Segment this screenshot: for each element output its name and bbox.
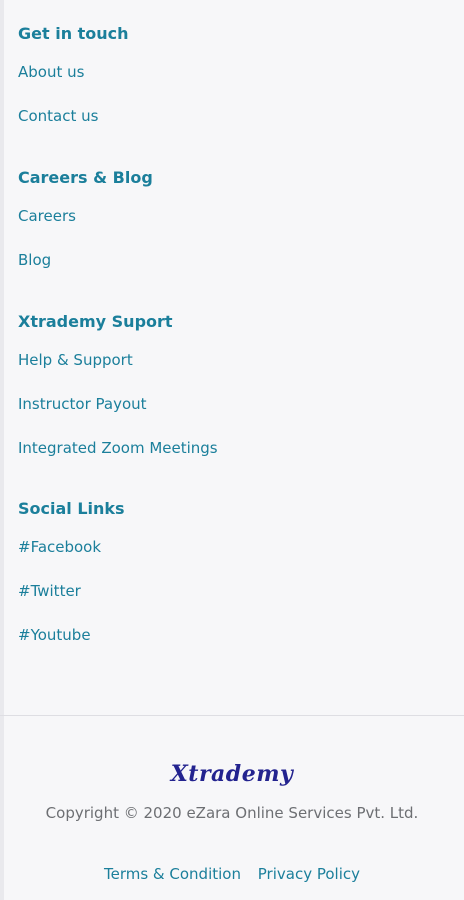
section-title-xtrademy-support: Xtrademy Suport	[18, 312, 173, 331]
terms-condition-link[interactable]: Terms & Condition	[104, 865, 241, 883]
link-integrated-zoom-meetings[interactable]: Integrated Zoom Meetings	[18, 438, 454, 458]
link-facebook[interactable]: #Facebook	[18, 537, 454, 557]
link-contact-us[interactable]: Contact us	[18, 106, 454, 126]
link-instructor-payout[interactable]: Instructor Payout	[18, 394, 454, 414]
footer-bottom: Xtrademy Copyright © 2020 eZara Online S…	[0, 716, 464, 900]
link-blog[interactable]: Blog	[18, 250, 454, 270]
privacy-policy-link[interactable]: Privacy Policy	[258, 865, 360, 883]
section-title-get-in-touch: Get in touch	[18, 24, 129, 43]
link-help-support[interactable]: Help & Support	[18, 350, 454, 370]
link-about-us[interactable]: About us	[18, 62, 454, 82]
section-get-in-touch: Get in touch About us Contact us	[18, 24, 454, 126]
section-title-social-links: Social Links	[18, 499, 125, 518]
section-xtrademy-support: Xtrademy Suport Help & Support Instructo…	[18, 312, 454, 458]
copyright-text: Copyright © 2020 eZara Online Services P…	[45, 804, 419, 822]
link-careers[interactable]: Careers	[18, 206, 454, 226]
legal-links: Terms & Condition Privacy Policy	[0, 864, 464, 884]
link-youtube[interactable]: #Youtube	[18, 625, 454, 645]
brand-logo[interactable]: Xtrademy	[0, 760, 464, 788]
section-social-links: Social Links #Facebook #Twitter #Youtube	[18, 499, 454, 645]
section-careers-blog: Careers & Blog Careers Blog	[18, 168, 454, 270]
footer-link-columns: Get in touch About us Contact us Careers…	[0, 0, 464, 716]
link-twitter[interactable]: #Twitter	[18, 581, 454, 601]
section-title-careers-blog: Careers & Blog	[18, 168, 153, 187]
